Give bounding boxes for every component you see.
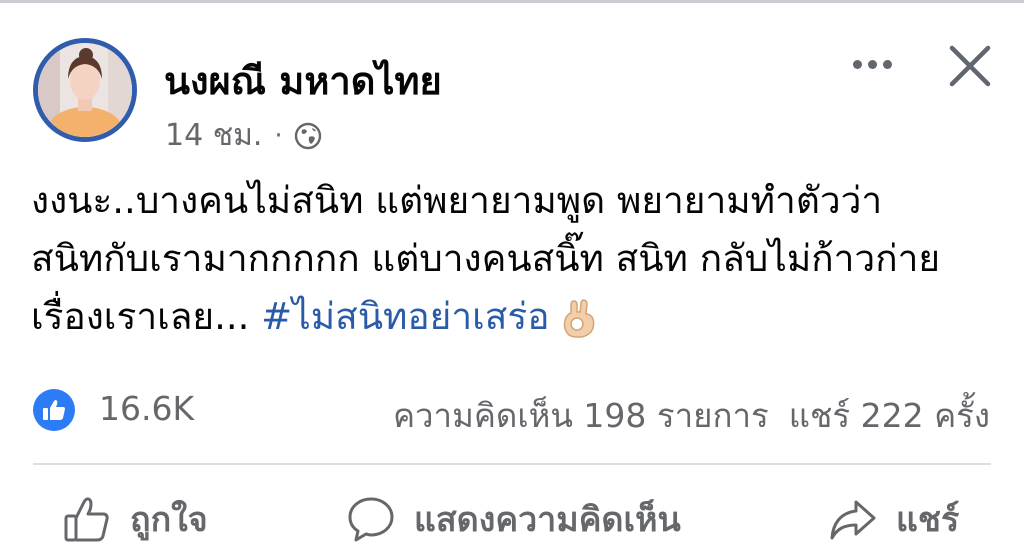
actions-divider <box>33 463 991 465</box>
comment-count[interactable]: ความคิดเห็น 198 รายการ <box>393 396 769 435</box>
more-dot-icon <box>852 59 862 69</box>
close-icon[interactable] <box>944 40 996 92</box>
author-name[interactable]: นงผณี มหาดไทย <box>164 50 442 111</box>
ok-hand-icon <box>564 299 595 338</box>
like-icon <box>43 400 65 420</box>
post-text-line-last: เรื่องเราเลย... #ไม่สนิทอย่าเสร่อ <box>31 288 1006 346</box>
like-button[interactable]: ถูกใจ <box>62 492 208 546</box>
like-count[interactable]: 16.6K <box>99 389 194 428</box>
comment-icon <box>348 497 394 542</box>
meta-separator: · <box>274 120 283 151</box>
post-text-line: งงนะ..บางคนไม่สนิท แต่พยายามพูด พยายามทำ… <box>31 179 883 222</box>
share-icon <box>830 500 876 540</box>
engagement-stats: ความคิดเห็น 198 รายการ แชร์ 222 ครั้ง <box>393 389 990 442</box>
comment-button[interactable]: แสดงความคิดเห็น <box>346 492 681 546</box>
globe-icon[interactable] <box>293 121 323 151</box>
more-dot-icon <box>867 59 877 69</box>
top-divider <box>0 0 1024 3</box>
more-dot-icon <box>882 59 892 69</box>
avatar-photo <box>38 43 132 137</box>
like-reaction-badge[interactable] <box>33 389 75 431</box>
like-button-label: ถูกใจ <box>130 500 208 540</box>
post-time[interactable]: 14 ชม. <box>165 112 262 159</box>
post-meta: 14 ชม. · <box>165 112 323 159</box>
share-button[interactable]: แชร์ <box>828 492 959 546</box>
hashtag-link[interactable]: #ไม่สนิทอย่าเสร่อ <box>261 295 549 338</box>
thumbs-up-icon <box>64 497 109 542</box>
post-text-line: เรื่องเราเลย... <box>31 295 250 338</box>
more-options-button[interactable] <box>846 42 898 86</box>
share-button-label: แชร์ <box>896 500 960 540</box>
avatar[interactable] <box>33 38 137 142</box>
post-body: งงนะ..บางคนไม่สนิท แต่พยายามพูด พยายามทำ… <box>31 172 1006 346</box>
post-text-line: สนิทกับเรามากกกกก แต่บางคนสนิ๊ท สนิท กลั… <box>31 237 941 280</box>
share-count[interactable]: แชร์ 222 ครั้ง <box>789 396 990 435</box>
comment-button-label: แสดงความคิดเห็น <box>414 500 681 540</box>
